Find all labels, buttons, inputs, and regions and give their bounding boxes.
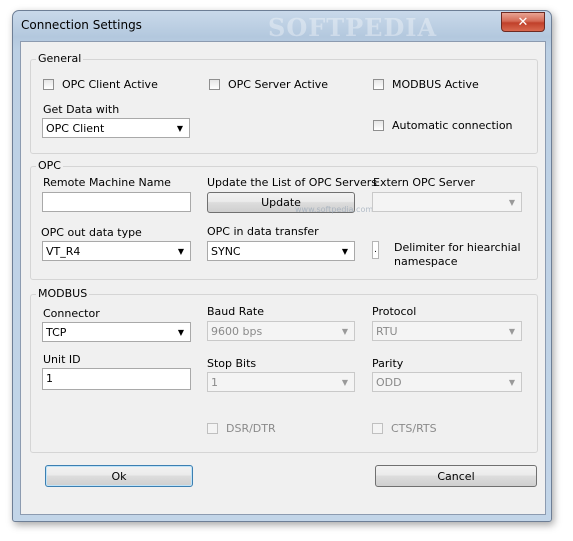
parity-label: Parity — [372, 357, 404, 370]
opc-out-type-label: OPC out data type — [41, 226, 142, 239]
ok-button[interactable]: Ok — [45, 465, 193, 487]
remote-machine-input[interactable] — [42, 192, 191, 212]
protocol-dropdown[interactable]: RTU ▼ — [372, 321, 522, 341]
extern-opc-server-dropdown[interactable]: ▼ — [372, 192, 522, 212]
opc-in-transfer-label: OPC in data transfer — [207, 225, 319, 238]
unit-id-input[interactable]: 1 — [42, 368, 191, 390]
dsr-dtr-checkbox[interactable]: DSR/DTR — [207, 422, 276, 435]
general-group-title: General — [36, 52, 84, 65]
connector-label: Connector — [43, 307, 100, 320]
title-bar[interactable]: Connection Settings SOFTPEDIA ✕ — [13, 11, 551, 42]
remote-machine-label: Remote Machine Name — [43, 176, 171, 189]
dsr-dtr-label: DSR/DTR — [226, 422, 276, 435]
chevron-down-icon: ▼ — [177, 247, 185, 256]
cancel-button[interactable]: Cancel — [375, 465, 537, 487]
checkbox-box[interactable] — [373, 120, 384, 131]
opc-server-active-label: OPC Server Active — [228, 78, 329, 91]
opc-client-active-checkbox[interactable]: OPC Client Active — [43, 78, 158, 91]
cts-rts-label: CTS/RTS — [391, 422, 437, 435]
update-list-label: Update the List of OPC Servers — [207, 176, 377, 189]
chevron-down-icon: ▼ — [508, 378, 516, 387]
automatic-connection-label: Automatic connection — [392, 119, 513, 132]
parity-dropdown[interactable]: ODD ▼ — [372, 372, 522, 392]
get-data-with-dropdown[interactable]: OPC Client ▼ — [42, 118, 190, 138]
connector-dropdown[interactable]: TCP ▼ — [42, 322, 191, 342]
checkbox-box[interactable] — [209, 79, 220, 90]
chevron-down-icon: ▼ — [177, 328, 185, 337]
modbus-group: MODBUS Connector TCP ▼ Baud Rate 9600 bp… — [30, 287, 538, 453]
watermark-small: www.softpedia.com — [295, 205, 374, 214]
chevron-down-icon: ▼ — [176, 124, 184, 133]
opc-group-title: OPC — [36, 159, 63, 172]
chevron-down-icon: ▼ — [341, 327, 349, 336]
general-group: General OPC Client Active OPC Server Act… — [30, 52, 538, 154]
baud-rate-dropdown[interactable]: 9600 bps ▼ — [207, 321, 355, 341]
stop-bits-label: Stop Bits — [207, 357, 257, 370]
opc-group: OPC Remote Machine Name Update the List … — [30, 159, 538, 280]
chevron-down-icon: ▼ — [508, 198, 516, 207]
chevron-down-icon: ▼ — [341, 247, 349, 256]
automatic-connection-checkbox[interactable]: Automatic connection — [373, 119, 513, 132]
checkbox-box[interactable] — [373, 79, 384, 90]
baud-rate-label: Baud Rate — [207, 305, 264, 318]
modbus-group-title: MODBUS — [36, 287, 90, 300]
chevron-down-icon: ▼ — [341, 378, 349, 387]
opc-client-active-label: OPC Client Active — [62, 78, 158, 91]
delimiter-label-line2: namespace — [394, 255, 458, 268]
opc-server-active-checkbox[interactable]: OPC Server Active — [209, 78, 328, 91]
close-icon: ✕ — [517, 14, 529, 30]
checkbox-box[interactable] — [43, 79, 54, 90]
checkbox-box[interactable] — [372, 423, 383, 434]
close-button[interactable]: ✕ — [501, 12, 545, 32]
delimiter-label: Delimiter for hiearchial — [394, 241, 521, 254]
get-data-with-label: Get Data with — [43, 103, 120, 116]
delimiter-input[interactable]: . — [372, 241, 379, 259]
modbus-active-checkbox[interactable]: MODBUS Active — [373, 78, 479, 91]
cts-rts-checkbox[interactable]: CTS/RTS — [372, 422, 437, 435]
dialog-body: General OPC Client Active OPC Server Act… — [20, 41, 546, 515]
checkbox-box[interactable] — [207, 423, 218, 434]
opc-in-transfer-dropdown[interactable]: SYNC ▼ — [207, 241, 355, 261]
modbus-active-label: MODBUS Active — [392, 78, 479, 91]
opc-out-type-dropdown[interactable]: VT_R4 ▼ — [42, 241, 191, 261]
extern-opc-server-label: Extern OPC Server — [373, 176, 475, 189]
unit-id-label: Unit ID — [43, 353, 81, 366]
get-data-with-value: OPC Client — [46, 122, 105, 135]
protocol-label: Protocol — [372, 305, 417, 318]
stop-bits-dropdown[interactable]: 1 ▼ — [207, 372, 355, 392]
window-title: Connection Settings — [21, 18, 142, 32]
watermark: SOFTPEDIA — [268, 13, 438, 42]
chevron-down-icon: ▼ — [508, 327, 516, 336]
connection-settings-window: Connection Settings SOFTPEDIA ✕ General … — [12, 10, 552, 522]
